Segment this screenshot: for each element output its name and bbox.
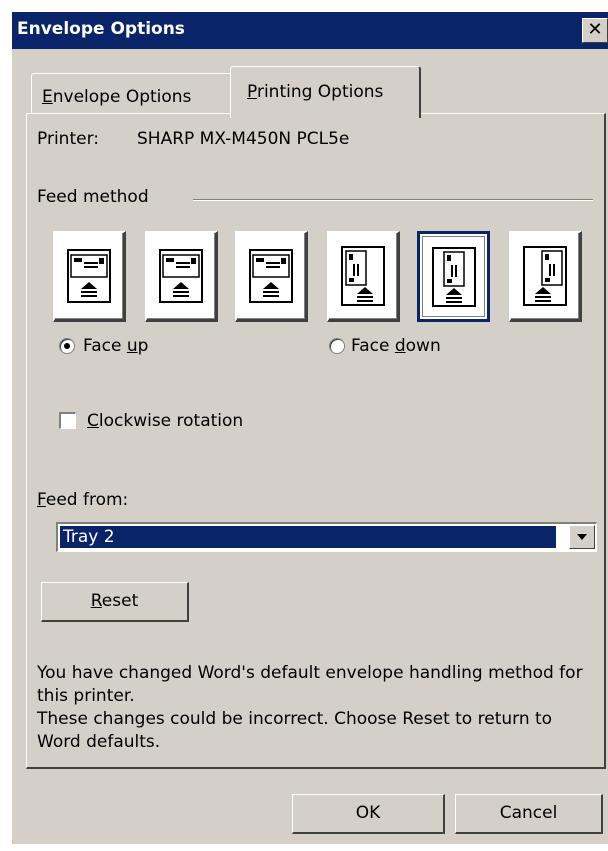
face-down-mnemonic: d [394, 336, 406, 356]
tab-envelope-label: nvelope Options [52, 87, 192, 107]
face-up-mnemonic: u [126, 336, 138, 356]
printer-name: SHARP MX-M450N PCL5e [137, 129, 350, 149]
feed-option-5[interactable] [417, 231, 490, 322]
tab-printing-mnemonic: P [247, 82, 257, 102]
reset-rest: eset [101, 591, 139, 611]
feed-option-3[interactable] [235, 231, 308, 322]
clockwise-rotation-checkbox[interactable] [59, 412, 76, 429]
clockwise-rotation-option[interactable]: Clockwise rotation [59, 410, 299, 436]
feed-from-mnemonic: F [37, 490, 46, 510]
feed-method-divider [193, 199, 593, 201]
tab-printing-label: rinting Options [256, 82, 384, 102]
printing-options-panel: Printer: SHARP MX-M450N PCL5e Feed metho… [26, 113, 606, 769]
feed-portrait-right-icon [523, 246, 567, 306]
feed-from-selected-value: Tray 2 [59, 525, 557, 549]
face-up-option[interactable]: Face up [57, 334, 217, 360]
reset-button[interactable]: Reset [41, 582, 189, 622]
window-title: Envelope Options [17, 19, 185, 39]
face-down-radio[interactable] [329, 338, 345, 354]
clockwise-rotation-rest: lockwise rotation [98, 411, 244, 431]
title-bar[interactable]: Envelope Options [12, 12, 608, 49]
face-down-label-post: own [405, 336, 441, 356]
feed-option-6[interactable] [509, 231, 582, 322]
feed-landscape-right-icon [249, 249, 293, 303]
feed-method-legend: Feed method [37, 187, 149, 207]
close-button[interactable]: ✕ [582, 18, 608, 43]
reset-mnemonic: R [90, 591, 102, 611]
feed-option-1[interactable] [53, 231, 126, 322]
ok-button[interactable]: OK [292, 794, 445, 834]
info-line-2: These changes could be incorrect. Choose… [37, 709, 553, 752]
clockwise-rotation-mnemonic: C [87, 411, 99, 431]
tab-envelope-options[interactable]: Envelope Options [31, 73, 233, 114]
feed-from-rest: eed from: [45, 490, 129, 510]
face-up-label-post: p [137, 336, 149, 356]
clockwise-rotation-label: Clockwise rotation [87, 411, 243, 431]
face-down-label: Face down [351, 336, 441, 356]
close-icon: ✕ [587, 19, 603, 40]
radio-selected-dot [64, 343, 70, 349]
face-down-label-pre: Face [351, 336, 395, 356]
face-down-option[interactable]: Face down [327, 334, 497, 360]
tab-envelope-mnemonic: E [42, 87, 53, 107]
printer-label: Printer: [37, 129, 99, 149]
envelope-options-dialog: Envelope Options ✕ Envelope Options Prin… [12, 12, 608, 844]
feed-from-label: Feed from: [37, 490, 128, 510]
face-up-label: Face up [83, 336, 148, 356]
feed-option-2[interactable] [145, 231, 218, 322]
feed-option-4[interactable] [327, 231, 400, 322]
info-line-1: You have changed Word's default envelope… [37, 663, 583, 706]
feed-landscape-center-icon [159, 249, 203, 303]
dropdown-button[interactable] [569, 525, 595, 549]
chevron-down-icon [577, 534, 587, 540]
feed-from-select[interactable]: Tray 2 [56, 522, 597, 552]
feed-portrait-left-icon [341, 246, 385, 306]
info-text: You have changed Word's default envelope… [37, 662, 592, 754]
tab-printing-options[interactable]: Printing Options [230, 66, 421, 118]
cancel-button[interactable]: Cancel [455, 794, 603, 834]
face-up-label-pre: Face [83, 336, 127, 356]
face-up-radio[interactable] [59, 338, 75, 354]
feed-portrait-center-icon [431, 246, 476, 307]
feed-landscape-left-icon [67, 249, 111, 303]
